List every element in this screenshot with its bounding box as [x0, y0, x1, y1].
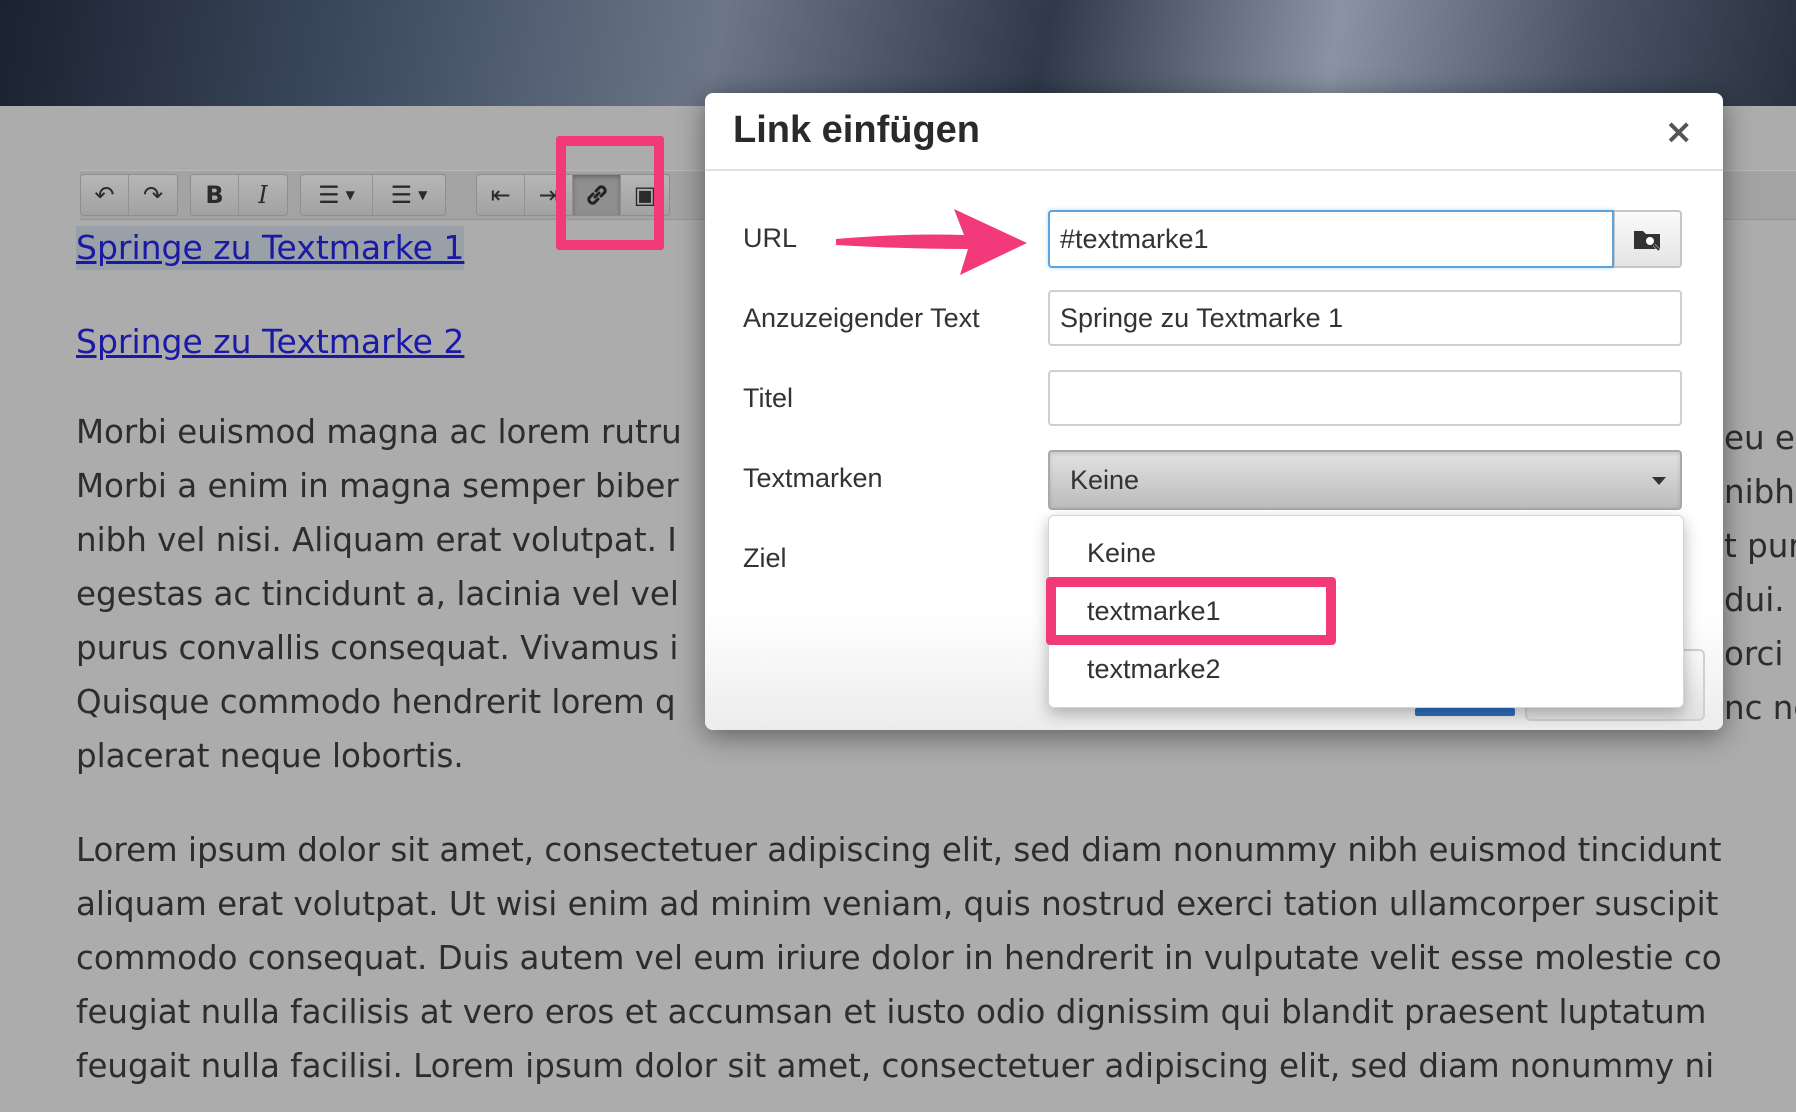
- display-text-input[interactable]: Springe zu Textmarke 1: [1048, 290, 1682, 346]
- bookmarks-label: Textmarken: [743, 463, 883, 493]
- format-group: B I: [190, 174, 288, 216]
- bold-icon: B: [205, 181, 224, 209]
- text-line: commodo consequat. Duis autem vel eum ir…: [76, 939, 1722, 977]
- bookmark-link-1[interactable]: Springe zu Textmarke 1: [76, 226, 465, 270]
- outdent-icon: ⇤: [490, 181, 511, 209]
- redo-icon: ↷: [142, 181, 164, 209]
- paragraph-1-right-fragments: eu e nibh t pur dui. orci i nc ne: [1724, 411, 1796, 735]
- text-line: placerat neque lobortis.: [76, 737, 464, 775]
- background-image: [0, 0, 1796, 106]
- dialog-header: Link einfügen ×: [705, 93, 1723, 171]
- target-label: Ziel: [743, 543, 787, 573]
- bookmark-option-textmarke2[interactable]: textmarke2: [1087, 654, 1221, 685]
- close-button[interactable]: ×: [1665, 115, 1694, 149]
- undo-button[interactable]: ↶: [81, 175, 129, 215]
- text-line: aliquam erat volutpat. Ut wisi enim ad m…: [76, 885, 1719, 923]
- display-text-label: Anzuzeigender Text: [743, 303, 980, 333]
- text-line: feugiat nulla facilisis at vero eros et …: [76, 993, 1707, 1031]
- bookmark-option-keine[interactable]: Keine: [1087, 538, 1156, 569]
- list-group: ☰ ▼ ☰ ▼: [300, 174, 446, 216]
- text-line: nibh: [1724, 473, 1795, 511]
- numbered-list-button[interactable]: ☰ ▼: [373, 175, 445, 215]
- chevron-down-icon: [1652, 477, 1666, 485]
- chevron-down-icon[interactable]: ▼: [418, 188, 427, 202]
- text-line: feugait nulla facilisi. Lorem ipsum dolo…: [76, 1047, 1715, 1085]
- bookmarks-selected-value: Keine: [1070, 465, 1140, 495]
- chevron-down-icon[interactable]: ▼: [346, 188, 355, 202]
- numbered-list-icon: ☰: [390, 181, 413, 209]
- undo-icon: ↶: [94, 181, 115, 209]
- dialog-title: Link einfügen: [733, 109, 980, 151]
- bookmarks-select[interactable]: Keine: [1048, 450, 1682, 510]
- italic-button[interactable]: I: [239, 175, 287, 215]
- title-label: Titel: [743, 383, 794, 413]
- text-line: orci i: [1724, 635, 1796, 673]
- text-line: dui.: [1724, 581, 1785, 619]
- folder-search-icon: [1633, 231, 1660, 252]
- text-line: Lorem ipsum dolor sit amet, consectetuer…: [76, 831, 1722, 869]
- url-label: URL: [743, 223, 798, 253]
- url-input[interactable]: #textmarke1: [1048, 210, 1614, 268]
- bullet-list-button[interactable]: ☰ ▼: [301, 175, 373, 215]
- history-group: ↶ ↷: [80, 174, 178, 216]
- bullet-list-icon: ☰: [318, 181, 340, 209]
- redo-button[interactable]: ↷: [129, 175, 177, 215]
- title-input[interactable]: [1048, 370, 1682, 426]
- ok-button[interactable]: [1415, 708, 1515, 716]
- annotation-arrow-icon: [836, 209, 1027, 275]
- bold-button[interactable]: B: [191, 175, 239, 215]
- paragraph-2: Lorem ipsum dolor sit amet, consectetuer…: [76, 823, 1796, 1093]
- browse-button[interactable]: [1614, 210, 1682, 268]
- outdent-button[interactable]: ⇤: [477, 175, 525, 215]
- bookmark-link-2[interactable]: Springe zu Textmarke 2: [76, 320, 464, 364]
- text-line: t pur: [1724, 527, 1796, 565]
- italic-icon: I: [258, 181, 268, 209]
- text-line: nc ne: [1724, 689, 1796, 727]
- option-highlight-box: [1046, 577, 1336, 645]
- text-line: eu e: [1724, 419, 1795, 457]
